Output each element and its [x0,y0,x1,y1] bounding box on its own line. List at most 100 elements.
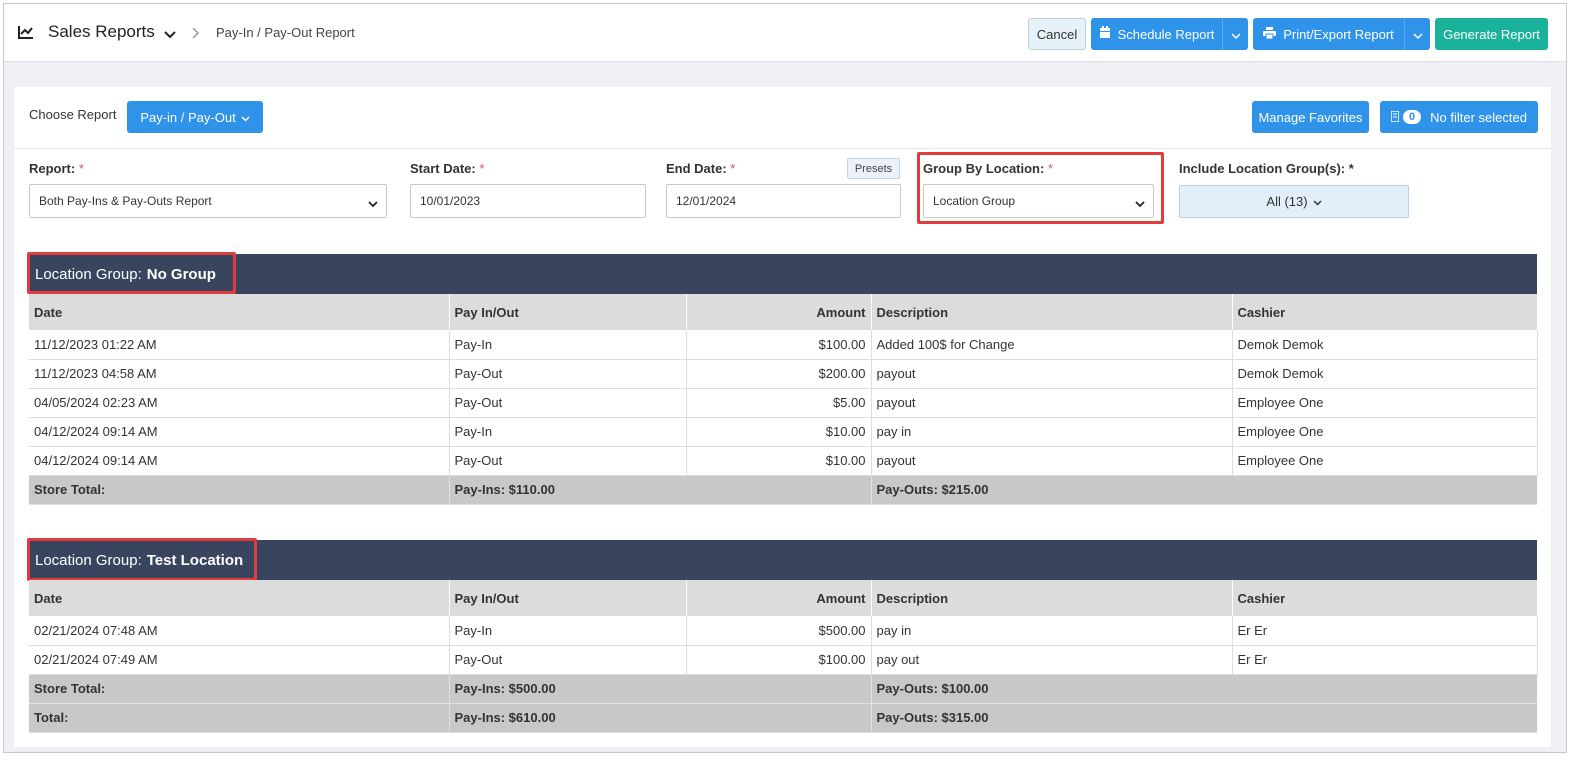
print-label: Print/Export Report [1283,26,1394,42]
cell-description: pay in [871,417,1233,447]
cell-amount: $100.00 [686,645,872,675]
table-header-row: Date Pay In/Out Amount Description Cashi… [29,580,1538,616]
chevron-down-icon [236,110,250,125]
cell-type: Pay-Out [449,645,687,675]
report-field-label: Report: * [29,161,84,176]
cell-type: Pay-In [449,616,687,646]
print-dropdown-button[interactable] [1404,18,1430,50]
store-total-label: Store Total: [29,475,450,505]
cell-type: Pay-Out [449,359,687,389]
store-total-pay-ins: Pay-Ins: $500.00 [449,674,872,704]
filter-text: No filter selected [1430,109,1527,125]
cell-date: 04/12/2024 09:14 AM [29,417,450,447]
group-header: Location Group: No Group [29,254,1537,294]
manage-favorites-label: Manage Favorites [1258,109,1363,125]
include-groups-dropdown[interactable]: All (13) [1179,185,1409,218]
column-header: Description [871,294,1233,330]
table-row: 11/12/2023 04:58 AM Pay-Out $200.00 payo… [29,359,1538,389]
column-header: Cashier [1232,580,1538,616]
cell-date: 11/12/2023 04:58 AM [29,359,450,389]
filter-list-icon [1390,109,1400,125]
end-date-input[interactable]: 12/01/2024 [666,184,901,218]
cell-cashier: Er Er [1232,616,1538,646]
table-row: 04/05/2024 02:23 AM Pay-Out $5.00 payout… [29,388,1538,418]
start-date-input[interactable]: 10/01/2023 [410,184,646,218]
print-export-button[interactable]: Print/Export Report [1253,18,1404,50]
column-header: Amount [686,294,872,330]
chart-line-icon [18,25,34,42]
cancel-button[interactable]: Cancel [1028,18,1086,50]
cell-amount: $10.00 [686,417,872,447]
chevron-down-icon[interactable] [164,27,176,42]
printer-icon [1263,26,1283,42]
cell-type: Pay-Out [449,446,687,476]
breadcrumb: Pay-In / Pay-Out Report [216,25,355,40]
table-row: 02/21/2024 07:48 AM Pay-In $500.00 pay i… [29,616,1538,646]
cell-amount: $5.00 [686,388,872,418]
generate-report-button[interactable]: Generate Report [1435,18,1548,50]
manage-favorites-button[interactable]: Manage Favorites [1252,101,1369,133]
cell-date: 02/21/2024 07:49 AM [29,645,450,675]
cell-amount: $10.00 [686,446,872,476]
cancel-label: Cancel [1036,26,1078,42]
chevron-down-icon [1230,27,1241,42]
choose-report-dropdown[interactable]: Pay-in / Pay-Out [127,101,263,133]
schedule-dropdown-button[interactable] [1222,18,1248,50]
highlight-box [917,152,1164,224]
chevron-down-icon [1308,194,1322,209]
page-title[interactable]: Sales Reports [48,22,155,42]
column-header: Date [29,294,450,330]
report-select[interactable]: Both Pay-Ins & Pay-Outs Report [29,184,387,218]
cell-amount: $100.00 [686,330,872,360]
store-total-pay-outs: Pay-Outs: $100.00 [871,674,1537,704]
generate-label: Generate Report [1443,26,1540,42]
store-total-row: Store Total: Pay-Ins: $500.00 Pay-Outs: … [29,674,1537,704]
filter-button[interactable]: 0 No filter selected [1380,101,1538,133]
start-date-label: Start Date: * [410,161,485,176]
cell-type: Pay-Out [449,388,687,418]
cell-type: Pay-In [449,330,687,360]
presets-label: Presets [854,162,893,175]
filter-count-badge: 0 [1403,110,1422,124]
highlight-box [27,538,257,581]
cell-description: pay out [871,645,1233,675]
grand-total-pay-outs: Pay-Outs: $315.00 [871,703,1537,733]
cell-amount: $200.00 [686,359,872,389]
cell-cashier: Demok Demok [1232,330,1538,360]
cell-date: 04/12/2024 09:14 AM [29,446,450,476]
schedule-report-button[interactable]: Schedule Report [1091,18,1222,50]
schedule-label: Schedule Report [1117,26,1215,42]
chevron-right-icon [192,26,200,42]
cell-description: Added 100$ for Change [871,330,1233,360]
calendar-icon [1099,26,1118,42]
include-groups-value: All (13) [1266,194,1308,209]
cell-amount: $500.00 [686,616,872,646]
cell-cashier: Er Er [1232,645,1538,675]
end-date-value: 12/01/2024 [676,194,737,208]
cell-cashier: Employee One [1232,417,1538,447]
cell-description: payout [871,388,1233,418]
table-header-row: Date Pay In/Out Amount Description Cashi… [29,294,1538,330]
column-header: Date [29,580,450,616]
column-header: Pay In/Out [449,294,687,330]
chevron-down-icon [1412,27,1423,42]
store-total-label: Store Total: [29,674,450,704]
highlight-box [27,252,236,294]
cell-description: pay in [871,616,1233,646]
cell-description: payout [871,359,1233,389]
report-select-value: Both Pay-Ins & Pay-Outs Report [39,194,212,208]
table-row: 02/21/2024 07:49 AM Pay-Out $100.00 pay … [29,645,1538,675]
cell-cashier: Employee One [1232,388,1538,418]
presets-button[interactable]: Presets [847,158,900,179]
cell-description: payout [871,446,1233,476]
store-total-pay-outs: Pay-Outs: $215.00 [871,475,1537,505]
cell-date: 04/05/2024 02:23 AM [29,388,450,418]
column-header: Pay In/Out [449,580,687,616]
column-header: Description [871,580,1233,616]
start-date-value: 10/01/2023 [420,194,481,208]
report-table: Date Pay In/Out Amount Description Cashi… [29,294,1538,505]
cell-date: 11/12/2023 01:22 AM [29,330,450,360]
store-total-pay-ins: Pay-Ins: $110.00 [449,475,872,505]
grand-total-row: Total: Pay-Ins: $610.00 Pay-Outs: $315.0… [29,703,1537,733]
end-date-label: End Date: * [666,161,736,176]
